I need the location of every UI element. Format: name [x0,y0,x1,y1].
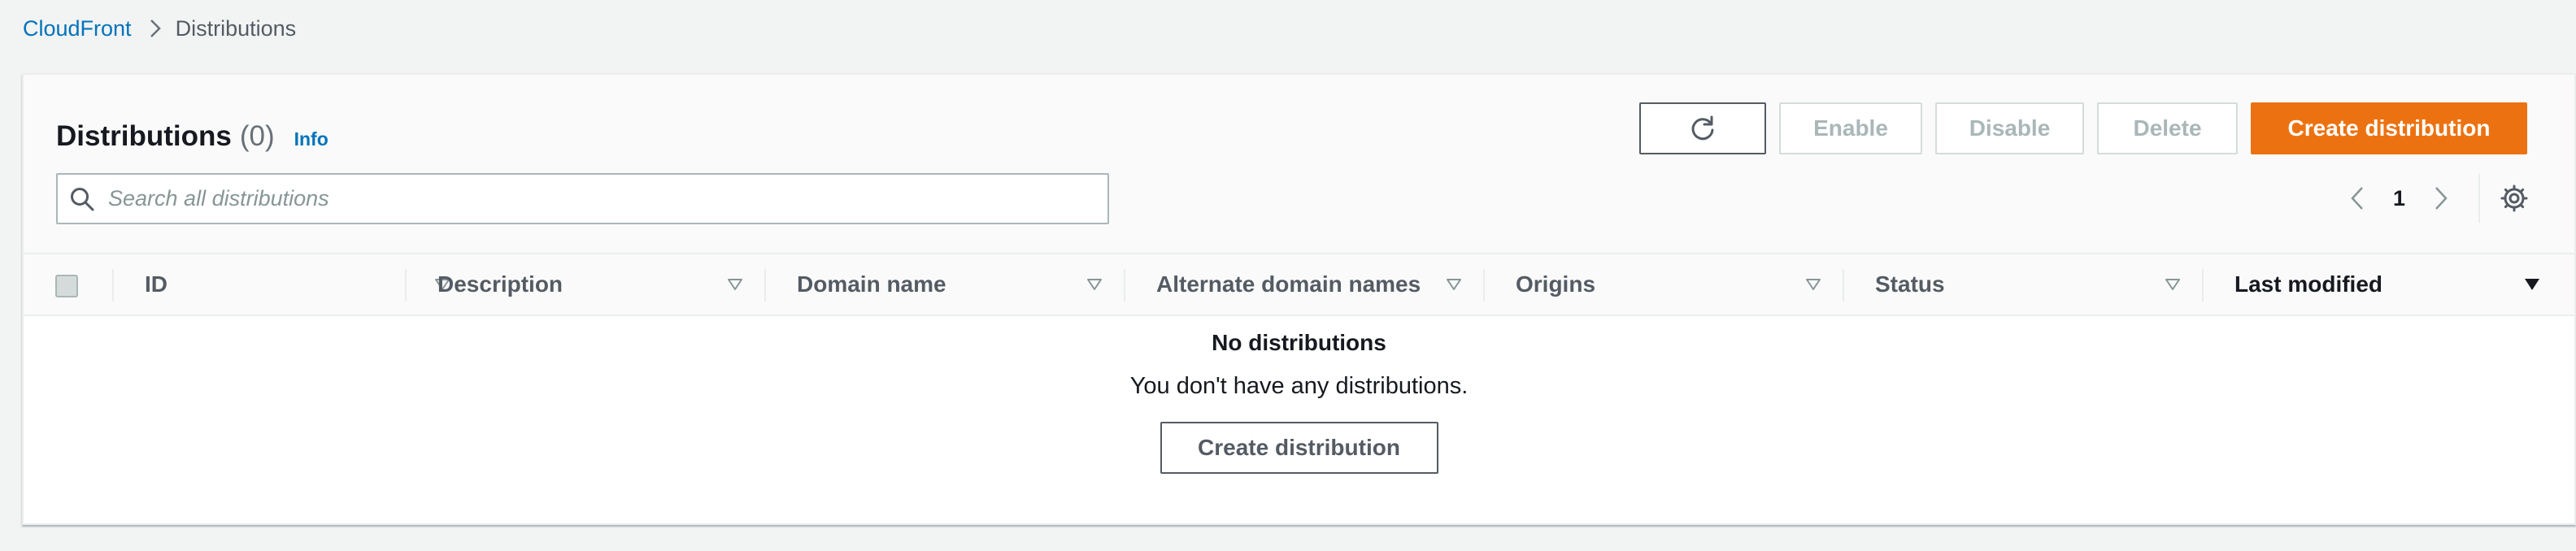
distributions-panel: Distributions (0) Info Enable Disable De… [22,73,2576,525]
distribution-count: (0) [239,120,275,152]
column-label: ID [145,271,168,297]
pagination: 1 [2344,174,2529,223]
empty-state: No distributions You don't have any dist… [24,329,2574,474]
empty-create-distribution-button[interactable]: Create distribution [1160,422,1438,474]
header-actions: Enable Disable Delete Create distributio… [1639,102,2527,154]
empty-state-description: You don't have any distributions. [1129,372,1469,399]
column-header-last-modified[interactable]: Last modified [2202,254,2561,315]
sort-icon [727,278,743,291]
column-label: Origins [1516,271,1596,297]
column-label: Status [1875,271,1945,297]
column-label: Alternate domain names [1156,271,1421,297]
column-header-origins[interactable]: Origins [1483,254,1843,315]
page-number[interactable]: 1 [2393,186,2405,211]
sort-icon [1805,278,1821,291]
page-title: Distributions [56,120,232,152]
column-header-domain-name[interactable]: Domain name [764,254,1124,315]
column-label: Last modified [2234,271,2383,297]
breadcrumb: CloudFront Distributions [23,15,296,42]
sort-icon [1086,278,1103,291]
chevron-left-icon[interactable] [2344,186,2370,210]
breadcrumb-current: Distributions [175,15,297,41]
gear-icon[interactable] [2500,184,2529,213]
header-title-row: Distributions (0) Info [56,107,329,166]
chevron-right-icon[interactable] [2428,186,2454,210]
disable-button[interactable]: Disable [1935,102,2084,154]
table-header: ID Description Domain name Alternate dom… [24,253,2574,316]
sort-descending-icon [2524,278,2540,291]
column-header-status[interactable]: Status [1843,254,2202,315]
refresh-icon [1689,115,1717,142]
pagination-divider [2478,174,2480,223]
column-header-description[interactable]: Description [405,254,764,315]
empty-state-title: No distributions [1212,330,1386,355]
search-input[interactable] [108,186,1084,211]
delete-button[interactable]: Delete [2097,102,2238,154]
refresh-button[interactable] [1639,102,1766,154]
chevron-right-icon [150,19,161,38]
search-box [56,173,1109,224]
create-distribution-button[interactable]: Create distribution [2251,102,2527,154]
search-icon [69,186,95,212]
column-header-alternate-domain-names[interactable]: Alternate domain names [1124,254,1483,315]
column-label: Description [437,271,564,297]
breadcrumb-cloudfront-link[interactable]: CloudFront [23,16,132,41]
panel-header [24,75,2574,253]
select-all-checkbox[interactable] [55,275,78,297]
enable-button[interactable]: Enable [1779,102,1922,154]
info-link[interactable]: Info [294,128,329,150]
column-label: Domain name [797,271,946,297]
sort-icon [1446,278,1462,291]
sort-icon [2165,278,2181,291]
